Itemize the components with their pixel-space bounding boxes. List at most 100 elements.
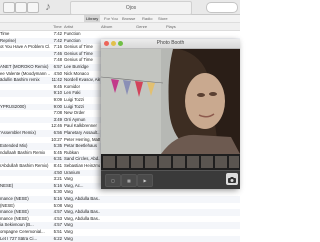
column-headers: Time Artist Album Genre Plays [0,23,240,31]
music-note-icon[interactable]: ♪ [42,1,54,13]
table-row[interactable]: 5:30 Varg [0,189,240,196]
table-row[interactable]: mance (NESE) 4:53 Varg, Abdulla Bas... [0,216,240,223]
table-row[interactable]: Let I 727 Sätra Ci... 6:22 Varg [0,235,240,242]
song-title: ompagne Ceremonial... [0,229,45,234]
table-row[interactable]: mance (NESE) 5:16 Varg, Abdulla Bas... [0,196,240,203]
song-artist: Varg, Abdulla Bas... [64,209,100,215]
tab-browse[interactable]: Browse [122,15,135,22]
song-artist: Len Faki [64,90,81,96]
song-artist: Varg, Abdulla Bas... [64,215,100,221]
song-artist: Lee Burridge [64,64,89,69]
song-time: 4:50 [53,70,62,76]
header-genre[interactable]: Genre [136,24,147,29]
song-time: 7:46 [53,50,62,56]
song-time: 9:00 [53,103,62,109]
tab-for-you[interactable]: For You [104,15,118,22]
photo-thumbnail[interactable] [159,156,171,168]
zoom-button[interactable] [118,41,123,46]
camera-feed-image [101,49,240,154]
song-artist: Komidor [64,83,81,89]
video-mode-button[interactable]: ▶ [137,174,153,187]
song-title: ANET (MOROKO Remix) [0,64,49,69]
song-time: 7:42 [53,37,62,43]
song-artist: Genius of Time [64,50,93,56]
header-album[interactable]: Album [101,24,112,29]
song-artist: Varg [64,235,73,241]
song-title: rAbdullah Bashim Remix) [0,163,49,168]
song-artist: Sebastian Heinzmann [64,163,100,168]
song-time: 3:21 [53,176,62,182]
four-up-mode-button[interactable]: ▦ [121,174,137,187]
song-time: 5:35 [53,143,62,149]
song-time: 9:10 [53,90,62,96]
photo-thumbnail[interactable] [131,156,143,168]
song-artist: Nordell Kvasov, Ale... [64,77,100,83]
photo-booth-window[interactable]: Photo Booth ▢ ▦ ▶ [101,39,240,189]
table-row[interactable]: ia Sekivnoun (B... 4:57 Varg [0,222,240,229]
song-time: 5:08 [53,202,62,208]
camera-preview [101,49,240,154]
song-time: 5:30 [53,189,62,195]
song-time: 6:56 [53,130,62,135]
table-row[interactable]: (NESE) 5:08 Varg [0,203,240,210]
song-time: 7:48 [53,57,62,63]
song-artist: Paul Kalkbrenner [64,123,97,129]
song-artist: Uranium [64,169,81,175]
play-button[interactable] [15,2,27,13]
song-artist: Petar Beetlehaus [64,143,97,149]
song-time: 12:46 [51,123,62,129]
song-time: 4:53 [53,215,62,221]
song-artist: Varg [64,176,73,182]
tab-store[interactable]: Store [158,15,168,22]
song-title: mance (NESE) [0,209,29,215]
camera-icon [228,177,236,183]
song-time: 8:41 [53,163,62,168]
thumbnail-strip[interactable] [101,154,240,170]
photo-thumbnail[interactable] [187,156,199,168]
song-artist: Peter Herring, Mattia... [64,136,100,142]
header-plays[interactable]: Plays [166,24,176,29]
minimize-button[interactable] [111,41,116,46]
song-artist: Sand Circles, Abd... [64,156,100,162]
song-title: mance (NESE) [0,196,29,201]
song-time: 5:45 [53,149,62,155]
photo-thumbnail[interactable] [145,156,157,168]
photo-booth-title: Photo Booth [156,40,185,46]
tab-library[interactable]: Library [84,15,101,22]
song-title: mance (NESE) [0,215,29,221]
song-title: ot You Have A Problem Cl... [0,44,50,50]
song-title: ia Sekivnoun (B... [0,222,34,228]
photo-thumbnail[interactable] [229,156,239,168]
song-time: 5:16 [53,182,62,188]
nav-strip: Library For You Browse Radio Store [0,15,240,23]
photo-booth-controls: ▢ ▦ ▶ [101,170,240,189]
header-artist[interactable]: Artist [64,24,73,29]
song-time: 7:08 [53,110,62,116]
table-row[interactable]: Time 7:42 Function [0,31,240,38]
song-time: 5:51 [53,229,62,234]
song-time: 4:57 [53,209,62,215]
header-time[interactable]: Time [53,24,62,29]
song-title: ndullaah Bashim Remix [0,149,46,155]
camera-shutter-button[interactable] [226,173,238,185]
rewind-button[interactable] [3,2,15,13]
still-mode-button[interactable]: ▢ [105,174,121,187]
forward-button[interactable] [27,2,39,13]
photo-thumbnail[interactable] [201,156,213,168]
song-artist: Varg [64,229,73,234]
photo-thumbnail[interactable] [215,156,227,168]
song-artist: Nick Monaco [64,70,89,76]
photo-thumbnail[interactable] [117,156,129,168]
song-title: ee Valente (Moodymann ... [0,70,50,76]
close-button[interactable] [104,41,109,46]
photo-booth-titlebar[interactable]: Photo Booth [101,39,240,49]
table-row[interactable]: mance (NESE) 4:57 Varg, Abdulla Bas... [0,209,240,216]
song-time: 3:49 [53,116,62,122]
table-row[interactable]: ompagne Ceremonial... 5:51 Varg [0,229,240,236]
photo-thumbnail[interactable] [103,156,115,168]
tab-radio[interactable]: Radio [142,15,152,22]
photo-thumbnail[interactable] [173,156,185,168]
song-time: 5:16 [53,196,62,201]
song-time: 10:27 [51,136,62,142]
search-input[interactable] [206,2,238,13]
